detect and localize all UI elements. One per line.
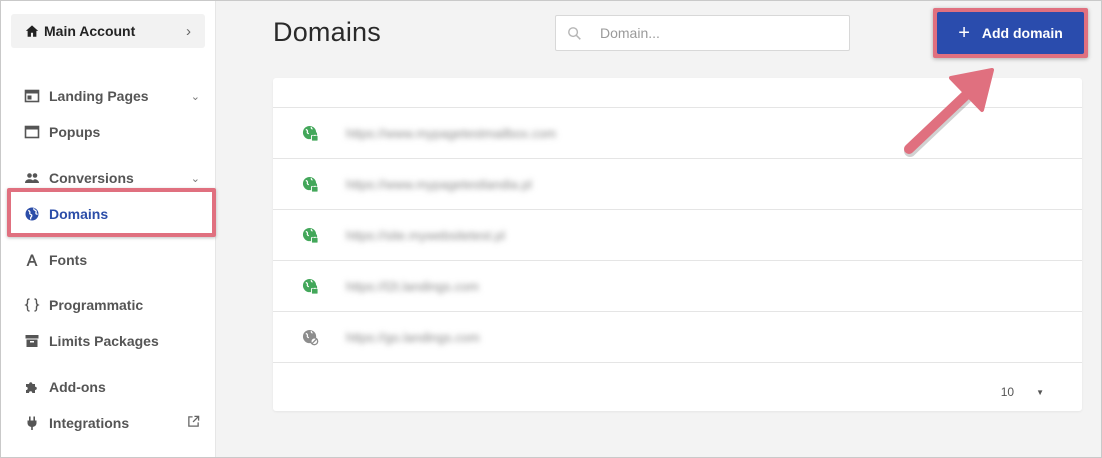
- chevron-down-icon[interactable]: ⌄: [191, 172, 200, 185]
- landing-page-icon: [24, 88, 40, 104]
- table-row[interactable]: https://go.landings.com: [273, 312, 1082, 363]
- puzzle-piece-icon: [24, 379, 40, 395]
- curly-braces-icon: [24, 297, 40, 313]
- secure-globe-icon: [302, 125, 319, 142]
- domain-url[interactable]: https://go.landings.com: [346, 330, 480, 345]
- plug-icon: [24, 415, 40, 431]
- domain-url[interactable]: https://site.mywebsitetest.pl: [346, 228, 505, 243]
- domain-url[interactable]: https://www.mypagetestmailbox.com: [346, 126, 556, 141]
- add-domain-label: Add domain: [981, 25, 1063, 41]
- sidebar-item-label: Fonts: [49, 252, 88, 268]
- home-icon: [25, 25, 39, 37]
- font-letter-icon: [24, 252, 40, 268]
- domains-highlight-annotation: [7, 188, 216, 237]
- sidebar-item-limits-packages[interactable]: Limits Packages: [24, 330, 200, 352]
- table-row[interactable]: https://l2t.landings.com: [273, 261, 1082, 312]
- sidebar-item-landing-pages[interactable]: Landing Pages ⌄: [24, 85, 200, 107]
- sidebar-item-label: Conversions: [49, 170, 134, 186]
- sidebar-item-popups[interactable]: Popups: [24, 121, 200, 143]
- secure-globe-icon: [302, 227, 319, 244]
- people-icon: [24, 170, 40, 186]
- add-domain-button[interactable]: + Add domain: [937, 12, 1084, 54]
- sidebar-item-label: Limits Packages: [49, 333, 159, 349]
- external-link-icon[interactable]: [187, 415, 200, 431]
- insecure-globe-icon: [302, 329, 319, 346]
- domain-url[interactable]: https://www.mypagetestlandia.pl: [346, 177, 532, 192]
- search-box[interactable]: [555, 15, 850, 51]
- search-icon: [568, 26, 581, 40]
- sidebar-item-fonts[interactable]: Fonts: [24, 249, 200, 271]
- page-size-selector[interactable]: 10 ▼: [1001, 385, 1044, 399]
- sidebar-item-label: Add-ons: [49, 379, 106, 395]
- archive-box-icon: [24, 333, 40, 349]
- chevron-down-icon[interactable]: ⌄: [191, 90, 200, 103]
- caret-down-icon: ▼: [1036, 387, 1044, 397]
- search-input[interactable]: [600, 25, 840, 41]
- page-size-value: 10: [1000, 385, 1015, 399]
- secure-globe-icon: [302, 278, 319, 295]
- popup-window-icon: [24, 124, 40, 140]
- table-row[interactable]: https://www.mypagetestlandia.pl: [273, 159, 1082, 210]
- secure-globe-icon: [302, 176, 319, 193]
- plus-icon: +: [958, 22, 970, 44]
- sidebar-item-conversions[interactable]: Conversions ⌄: [24, 167, 200, 189]
- domain-url[interactable]: https://l2t.landings.com: [346, 279, 479, 294]
- account-label: Main Account: [44, 23, 136, 39]
- table-row[interactable]: https://site.mywebsitetest.pl: [273, 210, 1082, 261]
- account-switcher[interactable]: Main Account ›: [11, 14, 205, 48]
- chevron-right-icon: ›: [186, 22, 191, 40]
- sidebar-item-label: Programmatic: [49, 297, 144, 313]
- add-domain-highlight-annotation: + Add domain: [933, 8, 1088, 58]
- sidebar-item-label: Popups: [49, 124, 101, 140]
- arrow-annotation-icon: [904, 68, 994, 157]
- page-title: Domains: [273, 17, 381, 47]
- sidebar-item-programmatic[interactable]: Programmatic: [24, 294, 200, 316]
- sidebar-item-label: Integrations: [49, 415, 130, 431]
- sidebar-item-integrations[interactable]: Integrations: [24, 412, 200, 434]
- sidebar-item-add-ons[interactable]: Add-ons: [24, 376, 200, 398]
- sidebar-item-label: Landing Pages: [49, 88, 149, 104]
